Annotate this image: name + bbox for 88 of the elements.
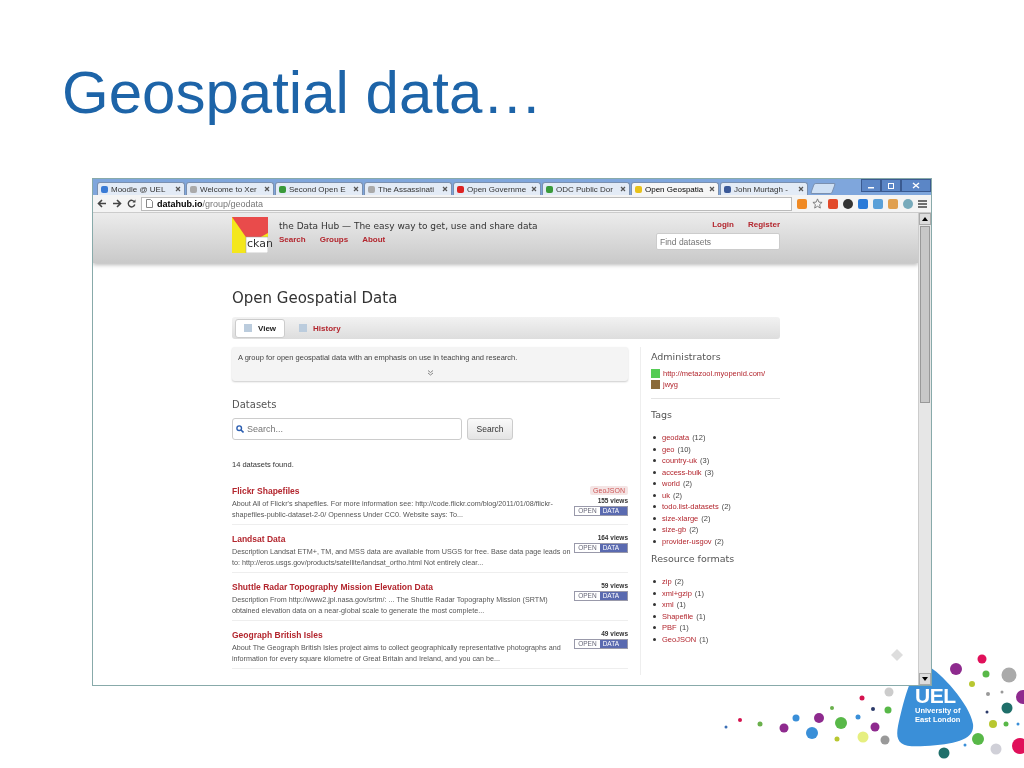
circle-extension-icon[interactable] (843, 198, 853, 209)
bullet-icon (653, 637, 656, 641)
close-window-button[interactable] (901, 179, 931, 192)
page-icon (146, 199, 153, 208)
bullet-icon (653, 614, 656, 618)
close-icon[interactable] (620, 186, 626, 192)
dataset-title-link[interactable]: Geograph British Isles (232, 630, 575, 640)
plus-extension-icon[interactable] (828, 198, 838, 209)
browser-tab[interactable]: Open Governme (453, 182, 541, 195)
bullet-icon (653, 447, 656, 451)
favicon-icon (279, 185, 286, 193)
browser-tab[interactable]: John Murtagh - (720, 182, 808, 195)
bullet-icon (653, 603, 656, 607)
browser-tab[interactable]: Second Open E (275, 182, 363, 195)
close-icon[interactable] (353, 186, 359, 192)
search-field[interactable]: Find datasets (656, 233, 780, 250)
slide-title: Geospatial data… (61, 58, 544, 128)
up-arrow-icon (922, 217, 928, 221)
maximize-button[interactable] (881, 179, 901, 192)
browser-tab[interactable]: Open Geospatia (631, 182, 719, 195)
scroll-up-button[interactable] (919, 213, 931, 225)
bullet-icon (653, 482, 656, 486)
account-link[interactable]: Login (712, 220, 734, 229)
bullet-icon (653, 459, 656, 463)
bullet-icon (653, 493, 656, 497)
view-tab[interactable]: History (291, 319, 349, 337)
browser-tab[interactable]: Welcome to Xer (186, 182, 274, 195)
favicon-icon (635, 185, 642, 193)
search-field[interactable]: Search... (232, 418, 462, 440)
close-icon[interactable] (798, 186, 804, 192)
favicon-icon (546, 185, 553, 193)
scroll-down-button[interactable] (919, 673, 931, 685)
close-icon[interactable] (442, 186, 448, 192)
star-icon[interactable] (812, 198, 823, 209)
butterfly-extension-icon[interactable] (858, 198, 868, 209)
menu-icon[interactable] (918, 199, 927, 208)
favicon-icon (724, 185, 731, 193)
browser-tab[interactable]: ODC Public Dor (542, 182, 630, 195)
bullet-icon (653, 470, 656, 474)
close-icon (912, 182, 920, 189)
scrollbar[interactable] (918, 213, 931, 685)
down-arrow-icon (922, 677, 928, 681)
section-heading: Resource formats (651, 553, 736, 564)
reload-icon[interactable] (127, 199, 136, 208)
nav-link[interactable]: Groups (319, 235, 349, 244)
favicon-icon (368, 185, 375, 193)
nav-link[interactable]: About (362, 235, 386, 244)
section-heading: Datasets (232, 399, 278, 410)
bullet-icon (653, 516, 656, 520)
bullet-icon (653, 436, 656, 440)
avatar-photo-placeholder (651, 380, 660, 389)
dataset-title-link[interactable]: Shuttle Radar Topography Mission Elevation Data (232, 582, 575, 592)
page-heading: Open Geospatial Data (232, 289, 399, 307)
logo-text: ckan (247, 237, 273, 250)
section-heading: Tags (651, 409, 674, 420)
fix-extension-icon[interactable] (873, 198, 883, 209)
close-icon[interactable] (709, 186, 715, 192)
dataset-title-link[interactable]: Flickr Shapefiles (232, 486, 575, 496)
bullet-icon (653, 580, 656, 584)
identicon-icon (651, 369, 660, 378)
view-tab[interactable]: View (235, 318, 286, 338)
close-icon[interactable] (264, 186, 270, 192)
browser-tab[interactable]: The Assassinati (364, 182, 452, 195)
close-icon[interactable] (531, 186, 537, 192)
nav-link[interactable]: Search (279, 235, 306, 244)
favicon-icon (101, 185, 108, 193)
favicon-icon (190, 185, 197, 193)
logo-text: UEL (915, 686, 957, 706)
bullet-icon (653, 539, 656, 543)
site-tagline: the Data Hub — The easy way to get, use and share data (279, 221, 538, 231)
browser-tab[interactable]: Moodle @ UEL (97, 182, 185, 195)
dataset-title-link[interactable]: Landsat Data (232, 534, 575, 544)
search-button[interactable]: Search (467, 418, 513, 440)
back-icon[interactable] (97, 199, 107, 208)
close-icon[interactable] (175, 186, 181, 192)
address-field[interactable]: datahub.io/group/geodata (141, 196, 792, 211)
expand-icon[interactable] (426, 370, 434, 376)
maximize-icon (887, 182, 895, 189)
scrollbar-thumb[interactable] (920, 226, 930, 403)
bullet-icon (653, 626, 656, 630)
bullet-icon (653, 505, 656, 509)
account-link[interactable]: Register (748, 220, 780, 229)
minimize-button[interactable] (861, 179, 881, 192)
section-heading: Administrators (651, 351, 722, 362)
favicon-icon (457, 185, 464, 193)
bullet-icon (653, 528, 656, 532)
bullet-icon (653, 591, 656, 595)
forward-icon[interactable] (112, 199, 122, 208)
